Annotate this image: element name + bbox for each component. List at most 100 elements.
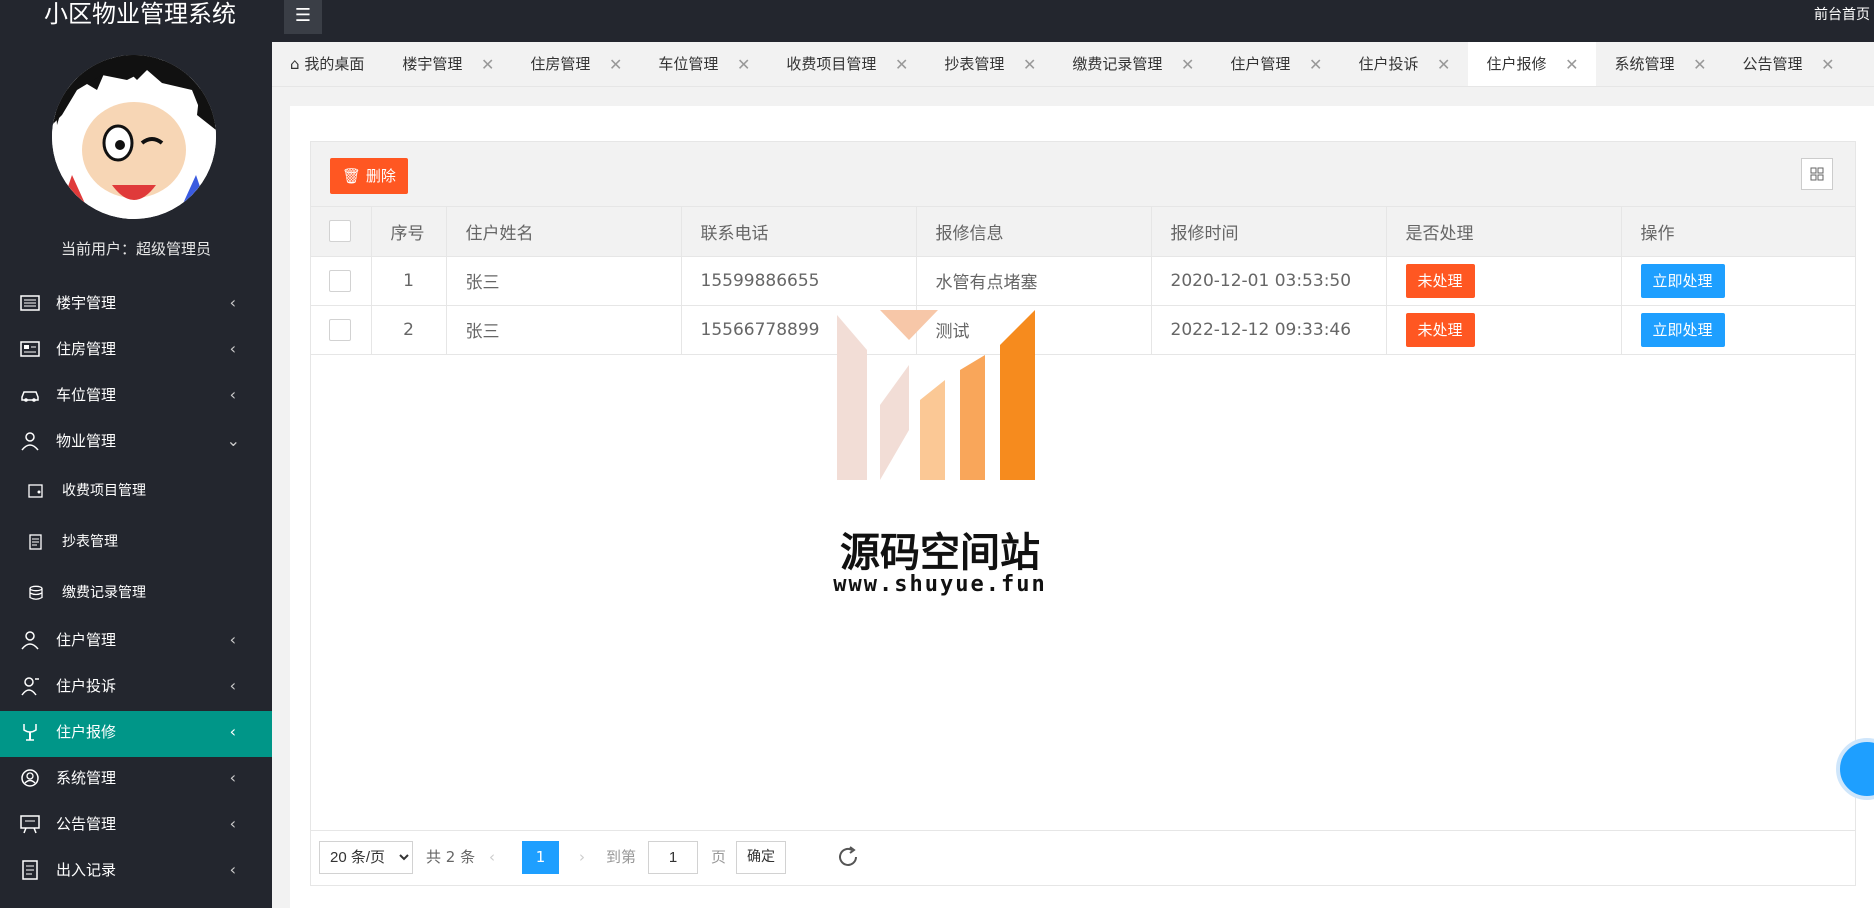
app-title: 小区物业管理系统	[44, 0, 236, 28]
meter-icon	[29, 534, 42, 550]
select-all-checkbox[interactable]	[329, 220, 351, 243]
sidebar-item-system[interactable]: 系统管理 ‹	[0, 757, 272, 803]
sidebar-item-residents[interactable]: 住户管理 ‹	[0, 619, 272, 665]
sidebar-item-property[interactable]: 物业管理 ⌄	[0, 420, 272, 466]
sidebar-item-complaints[interactable]: 住户投诉 ‹	[0, 665, 272, 711]
delete-label: 删除	[365, 167, 396, 185]
sidebar-subitem-meter[interactable]: 抄表管理	[0, 517, 272, 568]
column-filter-icon[interactable]	[1801, 158, 1833, 190]
current-page-button[interactable]: 1	[522, 841, 559, 874]
total-count: 共 2 条	[426, 848, 476, 866]
sidebar-item-label: 住房管理	[56, 340, 117, 358]
tab-label: 住户报修	[1486, 55, 1547, 73]
sidebar-item-label: 车位管理	[56, 386, 117, 404]
tab-label: 抄表管理	[944, 55, 1005, 73]
column-header[interactable]: 住户姓名	[446, 207, 682, 257]
close-icon[interactable]: ✕	[1437, 42, 1450, 86]
cell-index: 1	[371, 256, 447, 306]
chevron-left-icon: ‹	[229, 676, 236, 695]
sidebar-item-label: 楼宇管理	[56, 294, 117, 312]
confirm-button[interactable]: 确定	[736, 841, 786, 874]
menu-toggle-icon[interactable]: ☰	[284, 0, 322, 34]
refresh-icon[interactable]	[836, 845, 860, 869]
close-icon[interactable]: ✕	[1693, 42, 1706, 86]
tab-label: 系统管理	[1614, 55, 1675, 73]
close-icon[interactable]: ✕	[895, 42, 908, 86]
cell-time: 2020-12-01 03:53:50	[1151, 256, 1387, 306]
pagination: 20 条/页 共 2 条 ‹ 1 › 到第 页 确定	[311, 830, 1855, 885]
sidebar-item-notices[interactable]: 公告管理 ‹	[0, 803, 272, 849]
sidebar-item-repairs[interactable]: 住户报修 ‹	[0, 711, 272, 757]
sidebar-subitem-label: 缴费记录管理	[62, 585, 146, 601]
column-header[interactable]: 操作	[1621, 207, 1855, 257]
goto-label: 到第	[606, 848, 637, 866]
top-header: ☰ 前台首页	[272, 0, 1874, 42]
user-circle-icon	[21, 769, 39, 787]
tab-meter[interactable]: 抄表管理 ✕	[926, 42, 1054, 86]
tab-payments[interactable]: 缴费记录管理 ✕	[1054, 42, 1212, 86]
sidebar-item-access-records[interactable]: 出入记录 ‹	[0, 849, 272, 895]
sidebar-subitem-fee-items[interactable]: 收费项目管理	[0, 466, 272, 517]
chevron-left-icon: ‹	[229, 630, 236, 649]
close-icon[interactable]: ✕	[737, 42, 750, 86]
tab-system[interactable]: 系统管理 ✕	[1596, 42, 1724, 86]
chevron-left-icon: ‹	[229, 293, 236, 312]
row-checkbox[interactable]	[329, 318, 351, 341]
next-page-icon[interactable]: ›	[579, 841, 585, 874]
notice-icon	[20, 815, 40, 834]
table-header-row: 序号 住户姓名 联系电话 报修信息 报修时间 是否处理 操作	[311, 207, 1855, 257]
house-icon	[20, 341, 40, 357]
close-icon[interactable]: ✕	[1309, 42, 1322, 86]
sidebar-item-parking[interactable]: 车位管理 ‹	[0, 374, 272, 420]
watermark-logo-icon	[837, 310, 1035, 480]
tab-bar: ⌂ 我的桌面 楼宇管理 ✕ 住房管理 ✕ 车位管理 ✕ 收费项目管理 ✕ 抄表管理 ✕ 缴费记录管理…	[272, 42, 1874, 87]
chevron-down-icon: ⌄	[226, 431, 240, 450]
sidebar-item-house[interactable]: 住房管理 ‹	[0, 328, 272, 374]
column-header[interactable]: 序号	[371, 207, 447, 257]
tab-residents[interactable]: 住户管理 ✕	[1212, 42, 1340, 86]
close-icon[interactable]: ✕	[609, 42, 622, 86]
watermark-title: 源码空间站	[840, 530, 1040, 576]
process-now-button[interactable]: 立即处理	[1640, 263, 1725, 298]
sidebar-subitem-payments[interactable]: 缴费记录管理	[0, 568, 272, 619]
tab-desktop[interactable]: ⌂ 我的桌面	[272, 42, 384, 86]
tab-label: 收费项目管理	[786, 55, 877, 73]
column-header[interactable]: 是否处理	[1386, 207, 1622, 257]
goto-page-input[interactable]	[648, 841, 698, 874]
tab-repairs[interactable]: 住户报修 ✕	[1468, 42, 1597, 86]
prev-page-icon[interactable]: ‹	[489, 841, 495, 874]
complaint-icon	[21, 677, 39, 696]
close-icon[interactable]: ✕	[1023, 42, 1036, 86]
repair-table-panel: 🗑 删除 序号 住户姓名 联系电话 报修信息 报修时间 是否处理 操作 1 张三…	[310, 141, 1856, 886]
tab-notices[interactable]: 公告管理 ✕	[1724, 42, 1852, 86]
row-select-cell	[311, 256, 372, 306]
close-icon[interactable]: ✕	[1181, 42, 1194, 86]
chevron-left-icon: ‹	[229, 339, 236, 358]
column-header[interactable]: 报修信息	[916, 207, 1152, 257]
column-header[interactable]: 联系电话	[681, 207, 917, 257]
home-icon: ⌂	[290, 55, 300, 73]
process-now-button[interactable]: 立即处理	[1640, 312, 1725, 347]
frontend-home-link[interactable]: 前台首页	[1814, 4, 1870, 24]
sidebar-item-building[interactable]: 楼宇管理 ‹	[0, 282, 272, 328]
current-user-label: 当前用户：超级管理员	[60, 240, 211, 258]
tab-fee-items[interactable]: 收费项目管理 ✕	[768, 42, 926, 86]
column-header[interactable]: 报修时间	[1151, 207, 1387, 257]
close-icon[interactable]: ✕	[1565, 42, 1578, 86]
page-size-select[interactable]: 20 条/页	[319, 841, 413, 874]
tab-label: 公告管理	[1742, 55, 1803, 73]
tab-label: 我的桌面	[304, 55, 365, 73]
tab-label: 住户管理	[1230, 55, 1291, 73]
status-badge: 未处理	[1405, 312, 1475, 347]
tab-parking[interactable]: 车位管理 ✕	[640, 42, 768, 86]
tab-label: 住房管理	[530, 55, 591, 73]
select-all-cell	[311, 207, 372, 257]
close-icon[interactable]: ✕	[1821, 42, 1834, 86]
tab-house[interactable]: 住房管理 ✕	[512, 42, 640, 86]
tab-complaints[interactable]: 住户投诉 ✕	[1340, 42, 1468, 86]
close-icon[interactable]: ✕	[481, 42, 494, 86]
delete-button[interactable]: 🗑 删除	[330, 158, 408, 194]
row-checkbox[interactable]	[329, 269, 351, 292]
tab-building[interactable]: 楼宇管理 ✕	[384, 42, 512, 86]
sidebar-item-label: 公告管理	[56, 815, 117, 833]
